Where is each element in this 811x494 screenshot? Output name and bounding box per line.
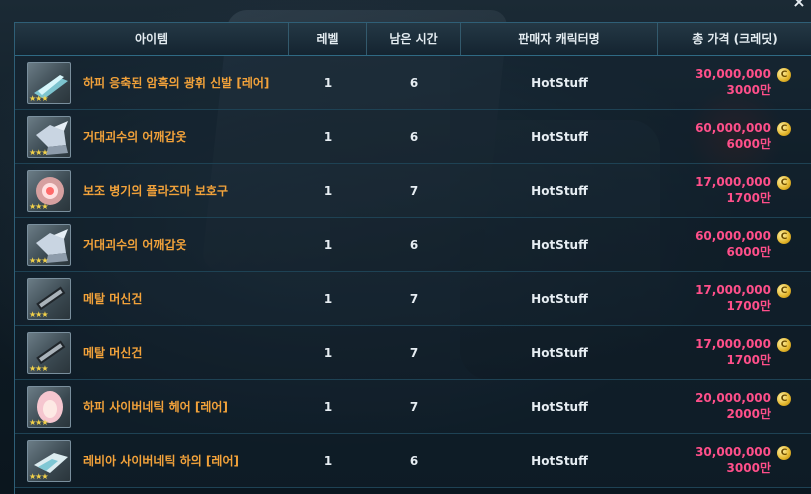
- rarity-stars: ★★★: [29, 418, 48, 427]
- price-full: 60,000,000: [695, 121, 771, 135]
- credit-coin-icon: C: [777, 122, 791, 136]
- auction-list-panel: 아이템 레벨 남은 시간 판매자 캐릭터명 총 가격 (크레딧) ★★★ 하피 응…: [14, 22, 811, 494]
- table-row[interactable]: ★★★ 하피 응축된 암흑의 광휘 신발 [레어] 1 6 HotStuff 30,000…: [15, 56, 811, 110]
- seller-name: HotStuff: [531, 238, 588, 252]
- time-left: 7: [409, 184, 419, 198]
- table-row[interactable]: ★★★ 보조 병기의 플라즈마 보호구 1 7 HotStuff 17,000,000 17…: [15, 164, 811, 218]
- table-row[interactable]: ★★★ 거대괴수의 어깨갑옷 1 6 HotStuff 60,000,000 6000만 C: [15, 218, 811, 272]
- item-name: 하피 응축된 암흑의 광휘 신발 [레어]: [83, 76, 270, 90]
- seller-name: HotStuff: [531, 292, 588, 306]
- table-header: 아이템 레벨 남은 시간 판매자 캐릭터명 총 가격 (크레딧): [15, 23, 811, 56]
- seller-name: HotStuff: [531, 184, 588, 198]
- price-block: 30,000,000 3000만: [658, 444, 771, 476]
- table-row[interactable]: ★★★ 메탈 머신건 1 7 HotStuff 17,000,000 1700만 C: [15, 326, 811, 380]
- seller-name: HotStuff: [531, 346, 588, 360]
- item-level: 1: [323, 238, 333, 252]
- price-block: 20,000,000 2000만: [658, 390, 771, 422]
- price-full: 30,000,000: [695, 445, 771, 459]
- price-block: 30,000,000 3000만: [658, 66, 771, 98]
- price-block: 17,000,000 1700만: [658, 336, 771, 368]
- item-level: 1: [323, 130, 333, 144]
- machine-gun-icon[interactable]: ★★★: [27, 332, 71, 374]
- column-header-level[interactable]: 레벨: [289, 23, 367, 55]
- item-name: 메탈 머신건: [83, 292, 143, 306]
- price-block: 60,000,000 6000만: [658, 120, 771, 152]
- item-level: 1: [323, 454, 333, 468]
- table-row[interactable]: ★★★ 하피 사이버네틱 헤어 [레어] 1 7 HotStuff 20,000,000 2…: [15, 380, 811, 434]
- price-short: 1700만: [726, 191, 771, 205]
- seller-name: HotStuff: [531, 400, 588, 414]
- time-left: 7: [409, 292, 419, 306]
- item-level: 1: [323, 76, 333, 90]
- item-name: 레비아 사이버네틱 하의 [레어]: [83, 454, 239, 468]
- rarity-stars: ★★★: [29, 472, 48, 481]
- credit-coin-icon: C: [777, 230, 791, 244]
- item-name: 하피 사이버네틱 헤어 [레어]: [83, 400, 228, 414]
- credit-coin-icon: C: [777, 392, 791, 406]
- close-icon[interactable]: ×: [791, 0, 807, 10]
- plasma-guard-icon[interactable]: ★★★: [27, 170, 71, 212]
- credit-coin-icon: C: [777, 176, 791, 190]
- rarity-stars: ★★★: [29, 202, 48, 211]
- credit-coin-icon: C: [777, 284, 791, 298]
- column-header-time-left[interactable]: 남은 시간: [367, 23, 461, 55]
- price-full: 30,000,000: [695, 67, 771, 81]
- item-level: 1: [323, 292, 333, 306]
- price-short: 3000만: [726, 461, 771, 475]
- price-full: 17,000,000: [695, 283, 771, 297]
- table-row[interactable]: ★★★ 거대괴수의 어깨갑옷 1 6 HotStuff 60,000,000 6000만 C: [15, 110, 811, 164]
- price-short: 3000만: [726, 83, 771, 97]
- column-header-seller[interactable]: 판매자 캐릭터명: [461, 23, 658, 55]
- table-row[interactable]: ★★★ 메탈 머신건 1 7 HotStuff 17,000,000 1700만 C: [15, 272, 811, 326]
- rarity-stars: ★★★: [29, 148, 48, 157]
- price-short: 1700만: [726, 299, 771, 313]
- rarity-stars: ★★★: [29, 310, 48, 319]
- price-full: 60,000,000: [695, 229, 771, 243]
- item-level: 1: [323, 346, 333, 360]
- table-row[interactable]: ★★★ 레비아 사이버네틱 하의 [레어] 1 6 HotStuff 30,000,000…: [15, 434, 811, 488]
- item-name: 거대괴수의 어깨갑옷: [83, 238, 187, 252]
- item-name: 메탈 머신건: [83, 346, 143, 360]
- time-left: 6: [409, 76, 419, 90]
- price-short: 6000만: [726, 245, 771, 259]
- time-left: 6: [409, 130, 419, 144]
- price-block: 60,000,000 6000만: [658, 228, 771, 260]
- item-name: 거대괴수의 어깨갑옷: [83, 130, 187, 144]
- rarity-stars: ★★★: [29, 94, 48, 103]
- machine-gun-icon[interactable]: ★★★: [27, 278, 71, 320]
- time-left: 6: [409, 238, 419, 252]
- item-name: 보조 병기의 플라즈마 보호구: [83, 184, 229, 198]
- credit-coin-icon: C: [777, 338, 791, 352]
- column-header-item[interactable]: 아이템: [15, 23, 289, 55]
- credit-coin-icon: C: [777, 68, 791, 82]
- price-block: 17,000,000 1700만: [658, 282, 771, 314]
- rarity-stars: ★★★: [29, 256, 48, 265]
- time-left: 6: [409, 454, 419, 468]
- time-left: 7: [409, 346, 419, 360]
- price-full: 17,000,000: [695, 337, 771, 351]
- seller-name: HotStuff: [531, 76, 588, 90]
- seller-name: HotStuff: [531, 454, 588, 468]
- price-full: 17,000,000: [695, 175, 771, 189]
- shoulder-armor-icon[interactable]: ★★★: [27, 224, 71, 266]
- item-level: 1: [323, 400, 333, 414]
- cyber-pants-icon[interactable]: ★★★: [27, 440, 71, 482]
- time-left: 7: [409, 400, 419, 414]
- price-block: 17,000,000 1700만: [658, 174, 771, 206]
- item-level: 1: [323, 184, 333, 198]
- price-short: 2000만: [726, 407, 771, 421]
- credit-coin-icon: C: [777, 446, 791, 460]
- cyber-hair-icon[interactable]: ★★★: [27, 386, 71, 428]
- shoulder-armor-icon[interactable]: ★★★: [27, 116, 71, 158]
- price-full: 20,000,000: [695, 391, 771, 405]
- shoes-icon[interactable]: ★★★: [27, 62, 71, 104]
- price-short: 6000만: [726, 137, 771, 151]
- rarity-stars: ★★★: [29, 364, 48, 373]
- seller-name: HotStuff: [531, 130, 588, 144]
- table-body: ★★★ 하피 응축된 암흑의 광휘 신발 [레어] 1 6 HotStuff 30,000…: [15, 56, 811, 488]
- column-header-total-price[interactable]: 총 가격 (크레딧): [658, 23, 811, 55]
- price-short: 1700만: [726, 353, 771, 367]
